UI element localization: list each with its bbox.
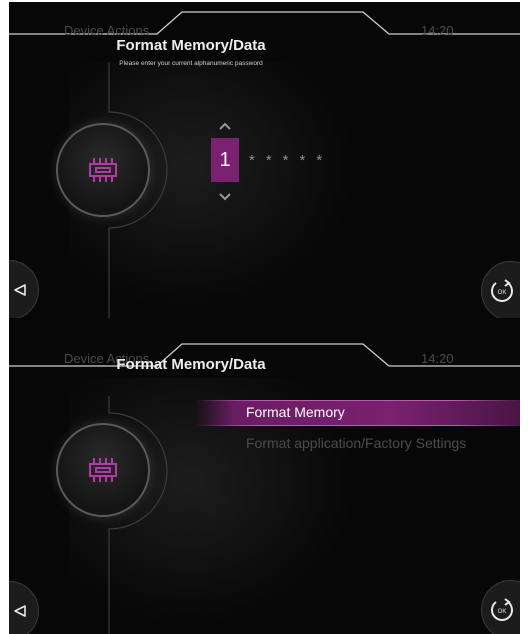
nav-device-actions[interactable]: Device Actions — [64, 23, 149, 38]
memory-chip-icon — [89, 158, 117, 182]
chevron-up-icon[interactable] — [218, 121, 232, 131]
back-triangle-icon — [14, 284, 26, 296]
clock: 14:20 — [421, 23, 454, 38]
back-triangle-icon — [14, 605, 26, 617]
clock: 14:20 — [421, 351, 454, 366]
ok-refresh-icon: OK — [491, 598, 513, 621]
page-title: Format Memory/Data — [116, 356, 266, 373]
password-prompt: Please enter your current alphanumeric p… — [119, 60, 263, 67]
format-menu-screen: Device Actions Format Memory/Data 14:20 … — [9, 318, 520, 634]
current-digit[interactable]: 1 — [211, 138, 239, 182]
ok-label: OK — [498, 609, 507, 615]
device-icon-circle — [56, 423, 150, 517]
menu-item-format-application[interactable]: Format application/Factory Settings — [246, 435, 466, 451]
menu-item-format-memory[interactable]: Format Memory — [195, 400, 520, 426]
memory-chip-icon — [89, 458, 117, 482]
chevron-down-icon[interactable] — [218, 192, 232, 202]
page-title: Format Memory/Data — [116, 37, 266, 54]
menu-item-label: Format Memory — [246, 404, 345, 420]
ok-refresh-icon: OK — [491, 279, 513, 302]
ok-label: OK — [498, 290, 507, 296]
device-icon-circle — [56, 123, 150, 217]
password-screen: Device Actions Format Memory/Data 14:20 … — [9, 2, 520, 318]
masked-password: ***** — [249, 152, 334, 169]
